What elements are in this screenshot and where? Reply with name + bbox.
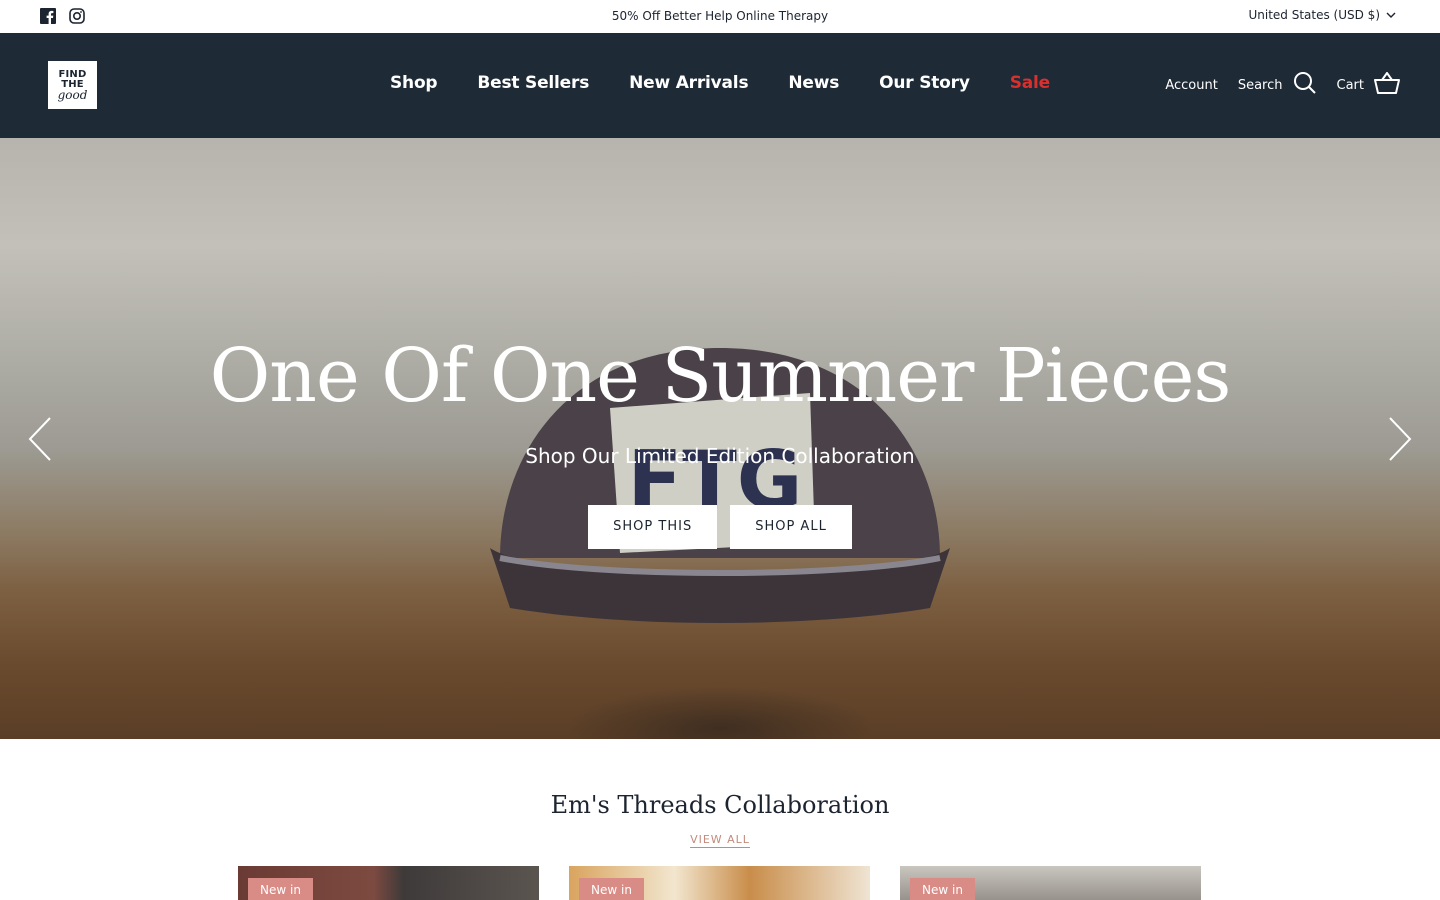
new-in-badge: New in: [910, 878, 975, 900]
account-link[interactable]: Account: [1165, 78, 1218, 93]
hero-buttons: SHOP THIS SHOP ALL: [0, 505, 1440, 549]
nav-our-story[interactable]: Our Story: [859, 73, 990, 93]
basket-icon: [1374, 71, 1400, 98]
search-icon: [1293, 71, 1317, 99]
hero-title: One Of One Summer Pieces: [209, 333, 1232, 419]
product-card[interactable]: New in: [900, 866, 1201, 900]
announcement-bar: 50% Off Better Help Online Therapy Unite…: [0, 0, 1440, 33]
view-all-wrapper: VIEW ALL: [0, 828, 1440, 848]
view-all-link[interactable]: VIEW ALL: [690, 833, 750, 848]
product-grid: New in New in New in: [238, 866, 1201, 900]
search-label: Search: [1237, 77, 1283, 93]
new-in-badge: New in: [579, 878, 644, 900]
announcement-text[interactable]: 50% Off Better Help Online Therapy: [0, 9, 1440, 23]
nav-shop[interactable]: Shop: [370, 73, 457, 93]
shop-this-button[interactable]: SHOP THIS: [588, 505, 718, 549]
collection-title: Em's Threads Collaboration: [550, 791, 890, 819]
product-card[interactable]: New in: [238, 866, 539, 900]
chevron-down-icon: [1386, 8, 1396, 22]
account-label: Account: [1165, 77, 1218, 93]
nav-new-arrivals[interactable]: New Arrivals: [609, 73, 768, 93]
cart-label: Cart: [1336, 77, 1365, 93]
hero-subtitle: Shop Our Limited Edition Collaboration: [525, 444, 915, 468]
nav-news[interactable]: News: [768, 73, 859, 93]
hero-slideshow: FTG One Of One Summer Pieces Shop Our Li…: [0, 138, 1440, 739]
header-actions: Account Search Cart: [1145, 71, 1400, 99]
new-in-badge: New in: [248, 878, 313, 900]
nav-sale[interactable]: Sale: [990, 73, 1070, 93]
cart-link[interactable]: Cart: [1336, 71, 1400, 98]
product-card[interactable]: New in: [569, 866, 870, 900]
country-selector[interactable]: United States (USD $): [1248, 8, 1396, 22]
site-header: FIND THE good Shop Best Sellers New Arri…: [0, 33, 1440, 138]
search-link[interactable]: Search: [1238, 71, 1317, 99]
country-label: United States (USD $): [1248, 8, 1380, 22]
featured-collection: Em's Threads Collaboration VIEW ALL New …: [0, 739, 1440, 900]
shop-all-button[interactable]: SHOP ALL: [730, 505, 852, 549]
nav-best-sellers[interactable]: Best Sellers: [457, 73, 609, 93]
